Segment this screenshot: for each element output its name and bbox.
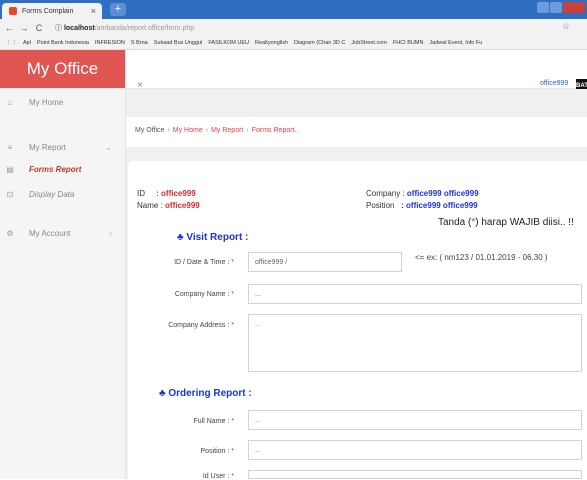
sidebar-item-forms-report[interactable]: ▤ Forms Report [0,158,125,180]
sidebar-item-my-report[interactable]: ≡ My Report ⌄ [0,136,125,158]
breadcrumb-forms-report: Forms Report.. [251,127,299,134]
field-label: Company Name : * [124,291,234,298]
field-label-text: Full Name : [193,418,230,425]
forward-icon[interactable]: → [18,23,30,33]
top-bar [126,50,587,89]
url-field[interactable]: ⓘ localhost/ambanda/report office/form.p… [55,23,194,33]
id-format-hint: <= ex: ( nm123 / 01.01.2019 - 06.30 ) [415,253,548,262]
window-maximize-button[interactable] [550,2,562,13]
brand-logo[interactable]: My Office [0,50,125,88]
sidebar-item-label: Display Data [29,189,75,199]
bookmark-star-icon[interactable]: ☆ [562,21,570,32]
bookmark-item[interactable]: Sukaad Bus Unggul [154,40,203,46]
field-label-text: Company Name : [174,291,230,298]
breadcrumb-separator: › [205,127,209,134]
bookmarks-bar: ⋮⋮ Apl Point Bank Indonesia INFRESION S … [0,36,587,50]
notice-text: ) harap WAJIB diisi.. !! [475,217,574,228]
sidebar-item-label: My Account [29,228,71,238]
id-label: ID [137,189,145,198]
notice-text: Tanda ( [438,217,472,228]
field-label: ID / Date & Time : * [124,259,234,266]
company-name-input[interactable]: ... [248,284,582,304]
field-label-text: Position : [200,448,230,455]
company-value: office999 office999 [406,189,479,198]
info-icon: ⓘ [55,24,64,32]
full-name-input[interactable]: ... [248,410,582,430]
gear-icon: ⚙ [6,228,14,238]
tab-favicon-icon [9,7,17,15]
name-label: Name : [137,201,163,210]
reload-icon[interactable]: C [33,23,45,33]
sidebar-item-my-account[interactable]: ⚙ My Account ‹ [0,222,125,244]
user-link[interactable]: office999 [540,80,568,87]
breadcrumb-separator: › [167,127,170,134]
position-label: Position [366,201,395,210]
required-mark: * [231,322,234,329]
bookmark-item[interactable]: FHCI BUMN [393,40,424,46]
bookmark-item[interactable]: Point Bank Indonesia [37,40,89,46]
sidebar [0,50,126,479]
info-name: Name : office999 [137,201,200,210]
tab-close-icon[interactable]: × [91,6,96,16]
ordering-report-title: ♣ Ordering Report : [159,388,252,399]
form-icon: ▤ [6,164,14,174]
required-mark: * [231,259,234,266]
breadcrumb-separator: › [246,127,249,134]
home-icon: ⌂ [7,97,13,107]
breadcrumb: My Office › My Home › My Report › Forms Report… [135,127,298,134]
display-icon: ⊡ [6,189,14,199]
back-icon[interactable]: ← [3,23,15,33]
sidebar-item-my-home[interactable]: ⌂ My Home [0,91,125,113]
name-value: office999 [165,201,200,210]
window-minimize-button[interactable] [537,2,549,13]
address-bar: ← → C ⓘ localhost/ambanda/report office/… [0,19,587,36]
info-id: ID : office999 [137,189,196,198]
id-value: : office999 [156,189,196,198]
field-label-text: ID / Date & Time : [174,259,230,266]
bookmark-item[interactable]: Realtyonglish [255,40,288,46]
sidebar-item-display-data[interactable]: ⊡ Display Data [0,183,125,205]
tab-title: Forms Complain [22,7,74,15]
bookmark-item[interactable]: Jadwal Event, Info Fu [429,40,482,46]
breadcrumb-my-home[interactable]: My Home [173,127,203,134]
required-notice: Tanda (*) harap WAJIB diisi.. !! [438,217,574,228]
company-label: Company : [366,189,405,198]
chevron-down-icon: ⌄ [105,142,112,152]
url-host: localhost [63,24,95,32]
sidebar-item-label: My Home [29,97,64,107]
info-company: Company : office999 office999 [366,189,479,198]
id-user-input[interactable] [248,470,582,479]
bookmark-item[interactable]: Apl [23,40,31,46]
bookmark-item[interactable]: INFRESION [95,40,125,46]
new-tab-button[interactable]: + [110,3,126,16]
breadcrumb-root[interactable]: My Office [135,127,164,134]
company-address-textarea[interactable]: ... [248,314,582,372]
breadcrumb-my-report[interactable]: My Report [211,127,243,134]
browser-tab[interactable]: Forms Complain × [2,3,102,19]
apps-icon[interactable]: ⋮⋮ [6,40,17,46]
sidebar-item-label: My Report [29,142,66,152]
info-position: Position : office999 office999 [366,201,478,210]
bookmark-item[interactable]: FASILKOM UEU [208,40,249,46]
bookmark-item[interactable]: Diagram (Chan 3D C [294,40,345,46]
window-close-button[interactable] [563,2,585,13]
visit-report-title: ♣ Visit Report : [177,232,249,243]
field-label: Company Address : * [124,322,234,329]
field-label: Position : * [124,448,234,455]
url-path: /ambanda/report office/form.php [94,24,195,32]
chevron-left-icon: ‹ [109,228,112,238]
bookmark-item[interactable]: S Brna [131,40,148,46]
bookmark-item[interactable]: JobStreet.com [351,40,386,46]
list-icon: ≡ [7,142,13,152]
id-datetime-input[interactable]: office999 / [248,252,402,272]
field-label: Full Name : * [124,418,234,425]
required-mark: * [231,418,234,425]
sidebar-item-label: Forms Report [29,164,82,174]
position-input[interactable]: ... [248,440,582,460]
required-mark: * [231,448,234,455]
position-value: : office999 office999 [401,201,478,210]
field-label-text: Company Address : [168,322,230,329]
required-mark: * [231,291,234,298]
